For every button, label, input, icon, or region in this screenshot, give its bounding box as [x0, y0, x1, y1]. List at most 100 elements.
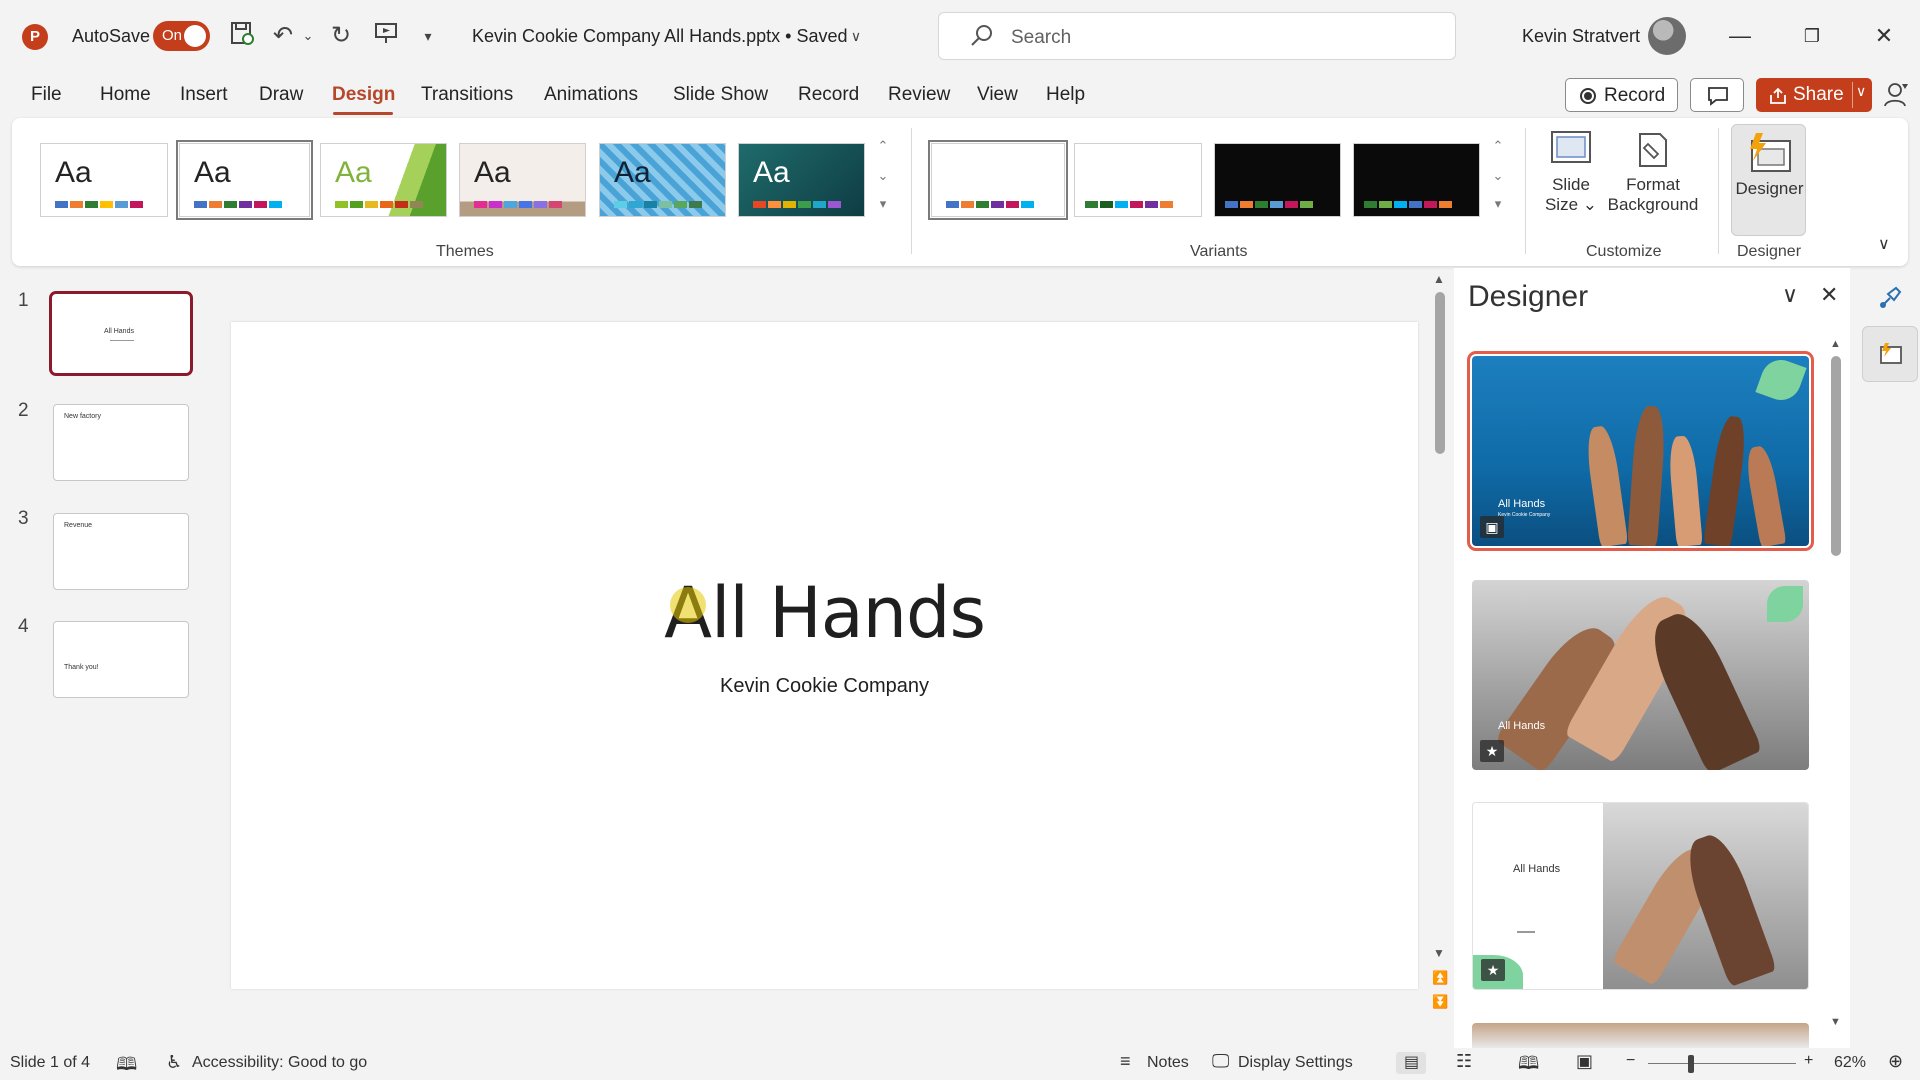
coauthoring-icon[interactable] — [1882, 80, 1910, 110]
themes-scroll-down-icon[interactable]: ⌄ — [873, 168, 893, 184]
pane-scroll-up-icon[interactable]: ▲ — [1830, 338, 1841, 350]
document-title[interactable]: Kevin Cookie Company All Hands.pptx • Sa… — [472, 26, 848, 47]
variants-scroll-up-icon[interactable]: ⌃ — [1488, 138, 1508, 154]
theme-ion-boardroom[interactable]: Aa — [738, 143, 865, 217]
design-idea-1[interactable]: All Hands Kevin Cookie Company ▣ — [1467, 351, 1814, 551]
slide-sorter-icon[interactable]: ☷ — [1456, 1051, 1472, 1072]
collapse-ribbon-icon[interactable]: ∨ — [1878, 234, 1890, 254]
close-window-icon[interactable]: ✕ — [1866, 20, 1902, 52]
variant-swatches — [1364, 201, 1452, 208]
share-button[interactable]: Share ∨ — [1756, 78, 1872, 112]
notes-button-label[interactable]: Notes — [1147, 1054, 1189, 1072]
slide-size-button[interactable]: Slide Size ⌄ — [1540, 126, 1602, 215]
undo-dropdown-icon[interactable]: ⌄ — [300, 20, 316, 52]
zoom-out-icon[interactable]: − — [1626, 1052, 1635, 1070]
zoom-level[interactable]: 62% — [1834, 1054, 1866, 1072]
tab-record[interactable]: Record — [798, 84, 859, 106]
slide-subtitle[interactable]: Kevin Cookie Company — [231, 675, 1418, 698]
close-pane-icon[interactable]: ✕ — [1820, 282, 1838, 308]
designer-ribbon-button[interactable]: Designer — [1731, 124, 1806, 236]
pane-scroll-thumb[interactable] — [1831, 356, 1841, 556]
save-icon[interactable] — [226, 20, 258, 52]
spelling-check-icon[interactable]: 🕮 — [116, 1052, 137, 1080]
slide-counter[interactable]: Slide 1 of 4 — [10, 1054, 90, 1072]
variant-3[interactable] — [1214, 143, 1341, 217]
tab-file[interactable]: File — [31, 84, 62, 106]
zoom-in-icon[interactable]: + — [1804, 1052, 1813, 1070]
pane-scroll-down-icon[interactable]: ▼ — [1830, 1016, 1841, 1028]
tab-insert[interactable]: Insert — [180, 84, 228, 106]
record-button[interactable]: Record — [1565, 78, 1678, 112]
slide-show-icon[interactable]: ▣ — [1576, 1051, 1593, 1072]
redo-icon[interactable]: ↻ — [326, 20, 356, 52]
tab-draw[interactable]: Draw — [259, 84, 303, 106]
tab-review[interactable]: Review — [888, 84, 950, 106]
theme-integral[interactable]: Aa — [459, 143, 586, 217]
title-chevron-down-icon[interactable]: ∨ — [846, 20, 866, 52]
slide-canvas[interactable]: All Hands Kevin Cookie Company — [231, 322, 1418, 989]
autosave-label: AutoSave — [72, 26, 151, 46]
share-dropdown-icon[interactable]: ∨ — [1856, 83, 1866, 100]
variants-more-icon[interactable]: ▾ — [1488, 196, 1508, 212]
avatar[interactable] — [1648, 17, 1686, 55]
previous-slide-icon[interactable]: ⏫ — [1432, 970, 1448, 986]
search-icon — [971, 25, 992, 46]
fit-to-window-icon[interactable]: ⊕ — [1888, 1051, 1903, 1072]
search-box[interactable]: Search — [938, 12, 1456, 60]
tab-view[interactable]: View — [977, 84, 1018, 106]
theme-ion[interactable]: Aa — [599, 143, 726, 217]
slide-title[interactable]: All Hands — [231, 572, 1418, 654]
notes-icon[interactable]: ≡ — [1120, 1051, 1131, 1072]
autosave-toggle[interactable]: On — [153, 21, 210, 51]
design-idea-4-partial[interactable] — [1472, 1023, 1809, 1048]
tab-animations[interactable]: Animations — [544, 84, 638, 106]
tab-slide-show[interactable]: Slide Show — [673, 84, 768, 106]
slide-thumbnail-3[interactable]: Revenue — [53, 513, 189, 590]
present-from-start-icon[interactable] — [370, 20, 402, 52]
accessibility-icon[interactable]: ♿ — [166, 1052, 182, 1073]
zoom-slider-thumb[interactable] — [1688, 1055, 1694, 1073]
tab-home[interactable]: Home — [100, 84, 151, 106]
design-idea-3[interactable]: All Hands ★ — [1472, 802, 1809, 990]
accessibility-status[interactable]: Accessibility: Good to go — [192, 1054, 367, 1072]
restore-icon[interactable]: ❐ — [1794, 20, 1830, 52]
thumb-subtitle-line — [110, 340, 134, 341]
undo-icon[interactable]: ↶ — [268, 20, 298, 52]
theme-facet[interactable]: Aa — [320, 143, 447, 217]
status-bar: Slide 1 of 4 🕮 ♿ Accessibility: Good to … — [0, 1048, 1920, 1080]
idea-photo — [1603, 803, 1808, 989]
tab-design[interactable]: Design — [332, 84, 395, 106]
variant-2[interactable] — [1074, 143, 1202, 217]
design-idea-2[interactable]: All Hands ★ — [1472, 580, 1809, 770]
minimize-icon[interactable]: — — [1722, 20, 1758, 52]
format-background-button[interactable]: Format Background — [1600, 126, 1706, 215]
zoom-slider-track[interactable] — [1648, 1063, 1796, 1064]
display-settings-label[interactable]: Display Settings — [1238, 1054, 1353, 1072]
variants-scroll-down-icon[interactable]: ⌄ — [1488, 168, 1508, 184]
display-settings-icon[interactable]: 🖵 — [1212, 1051, 1229, 1072]
slide-thumbnail-4[interactable]: Thank you! — [53, 621, 189, 698]
variant-1[interactable] — [928, 140, 1068, 220]
theme-office[interactable]: Aa — [40, 143, 168, 217]
theme-current[interactable]: Aa — [176, 140, 313, 220]
rail-designer-button[interactable] — [1862, 326, 1918, 382]
pane-options-chevron-icon[interactable]: ∨ — [1782, 282, 1798, 308]
themes-scroll-up-icon[interactable]: ⌃ — [873, 138, 893, 154]
premium-star-icon: ★ — [1481, 959, 1505, 981]
editor-scroll-up-icon[interactable]: ▲ — [1433, 272, 1445, 286]
customize-qat-icon[interactable]: ▾ — [418, 20, 438, 52]
slide-thumbnail-2[interactable]: New factory — [53, 404, 189, 481]
next-slide-icon[interactable]: ⏬ — [1432, 994, 1448, 1010]
leaf-decoration — [1755, 356, 1807, 406]
designer-icon — [1750, 133, 1791, 172]
variant-4[interactable] — [1353, 143, 1480, 217]
themes-more-icon[interactable]: ▾ — [873, 196, 893, 212]
tab-transitions[interactable]: Transitions — [421, 84, 513, 106]
user-name[interactable]: Kevin Stratvert — [1522, 26, 1640, 47]
reading-view-icon[interactable]: 🕮 — [1518, 1051, 1539, 1080]
tab-help[interactable]: Help — [1046, 84, 1085, 106]
comments-button[interactable] — [1690, 78, 1744, 112]
editor-scroll-down-icon[interactable]: ▼ — [1433, 946, 1445, 960]
editor-scroll-thumb[interactable] — [1435, 292, 1445, 454]
slide-thumbnail-1[interactable]: All Hands — [49, 291, 193, 376]
